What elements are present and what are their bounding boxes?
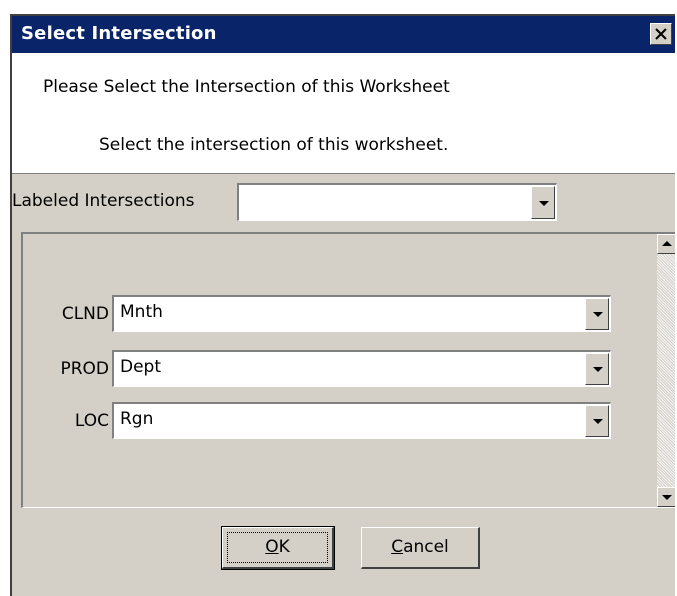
dimension-label-clnd: CLND: [61, 304, 109, 324]
loc-dropdown-button[interactable]: [585, 405, 609, 437]
chevron-down-icon: [593, 419, 603, 424]
labeled-intersections-label: Labeled Intersections: [12, 191, 195, 211]
dimension-label-prod: PROD: [60, 359, 109, 379]
dimensions-panel: CLND Mnth PROD Dept LOC Rgn: [21, 232, 675, 508]
scroll-down-button[interactable]: [657, 487, 675, 507]
close-icon: [655, 28, 667, 40]
cancel-button[interactable]: Cancel: [361, 527, 480, 569]
ok-button[interactable]: OK: [221, 526, 335, 570]
dimension-label-loc: LOC: [74, 411, 109, 431]
prod-combo[interactable]: Dept: [112, 350, 611, 387]
clnd-dropdown-button[interactable]: [585, 298, 609, 330]
header-description: Select the intersection of this workshee…: [99, 135, 449, 155]
chevron-down-icon: [593, 312, 603, 317]
cancel-button-label: Cancel: [391, 537, 449, 557]
scroll-up-button[interactable]: [657, 234, 675, 254]
close-button[interactable]: [650, 23, 672, 45]
chevron-down-icon: [593, 367, 603, 372]
clnd-combo[interactable]: Mnth: [112, 295, 611, 332]
arrow-down-icon: [662, 495, 672, 500]
labeled-intersections-dropdown-button[interactable]: [531, 186, 555, 219]
select-intersection-dialog: Select Intersection Please Select the In…: [10, 14, 675, 596]
arrow-up-icon: [662, 241, 672, 246]
vertical-scrollbar[interactable]: [657, 234, 675, 507]
labeled-intersections-combo[interactable]: [237, 183, 557, 221]
prod-dropdown-button[interactable]: [585, 353, 609, 385]
header-title: Please Select the Intersection of this W…: [43, 77, 450, 97]
dialog-header: Please Select the Intersection of this W…: [12, 53, 675, 174]
labeled-intersections-row: Labeled Intersections: [12, 173, 675, 223]
loc-value: Rgn: [120, 409, 154, 429]
window-title: Select Intersection: [21, 23, 217, 44]
focus-rectangle: [227, 532, 328, 563]
clnd-value: Mnth: [120, 302, 163, 322]
title-bar[interactable]: Select Intersection: [12, 16, 675, 53]
loc-combo[interactable]: Rgn: [112, 402, 611, 439]
chevron-down-icon: [539, 200, 549, 206]
prod-value: Dept: [120, 357, 162, 377]
